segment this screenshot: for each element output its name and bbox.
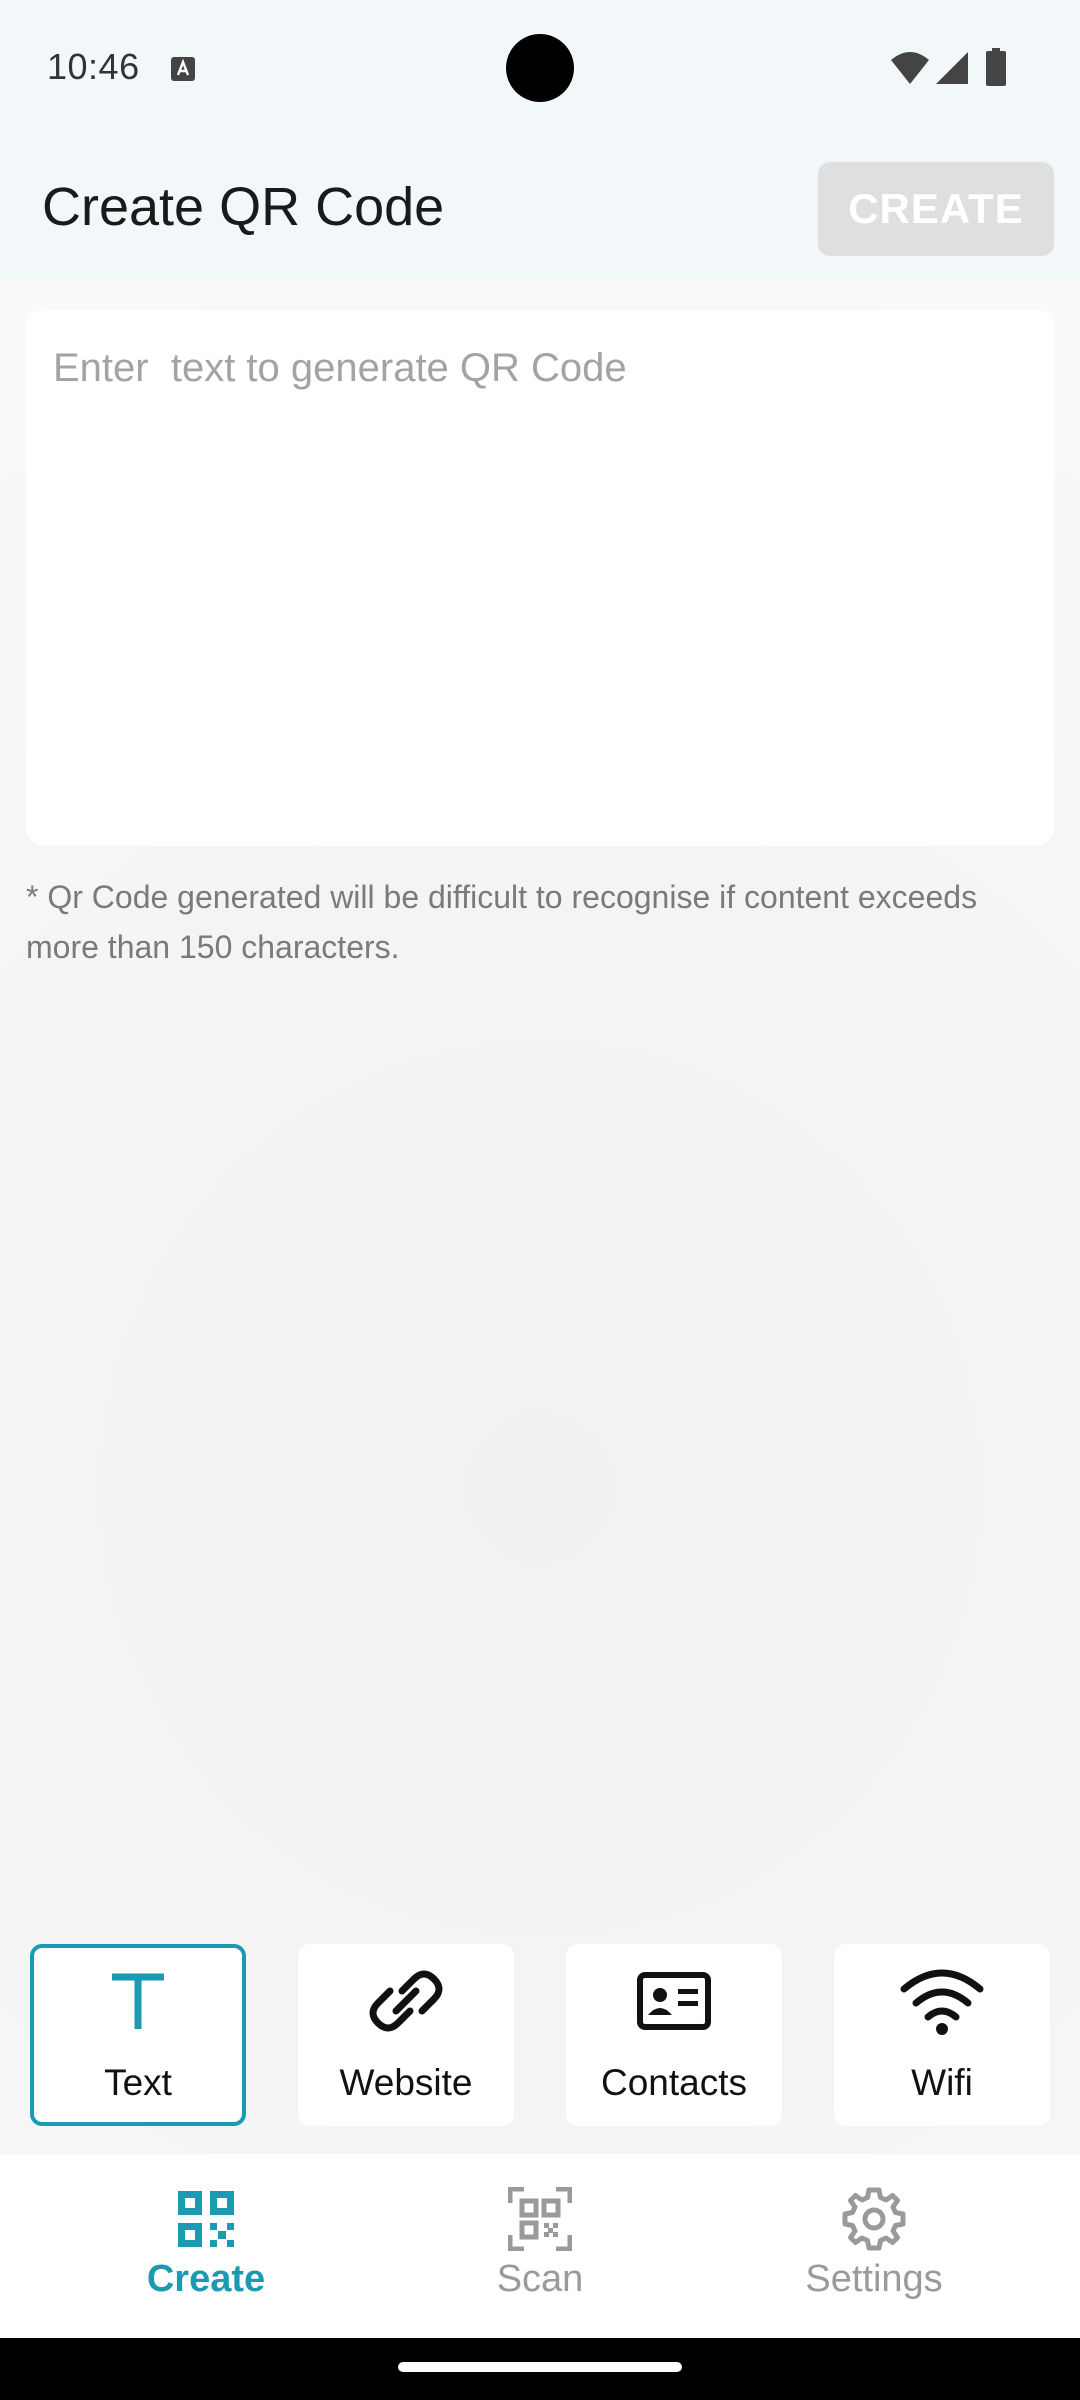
home-gesture-handle[interactable] [398, 2362, 682, 2372]
contact-card-icon [566, 1958, 782, 2044]
text-icon [34, 1958, 242, 2044]
text-input-card [26, 310, 1054, 846]
nav-label-settings: Settings [805, 2258, 943, 2300]
type-label-wifi: Wifi [911, 2062, 973, 2103]
top-app-area: 10:46 Create QR Code CREATE [0, 0, 1080, 280]
battery-icon [986, 48, 1006, 86]
wifi-icon [834, 1958, 1050, 2044]
nav-item-scan[interactable]: Scan [410, 2154, 670, 2338]
camera-cutout [506, 34, 574, 102]
system-gesture-bar [0, 2338, 1080, 2400]
nav-label-create: Create [146, 2258, 266, 2300]
type-option-wifi[interactable]: Wifi [834, 1944, 1050, 2126]
type-option-text[interactable]: Text [30, 1944, 246, 2126]
status-time: 10:46 [47, 46, 140, 87]
cell-signal-icon [936, 52, 968, 84]
wifi-status-icon [891, 52, 929, 84]
status-bar: 10:46 [0, 0, 1080, 134]
keyboard-notification-icon [171, 57, 195, 81]
nav-item-create[interactable]: Create [76, 2154, 336, 2338]
nav-label-scan: Scan [496, 2258, 584, 2300]
nav-item-settings[interactable]: Settings [744, 2154, 1004, 2338]
link-icon [298, 1958, 514, 2044]
type-label-website: Website [339, 2062, 473, 2103]
bottom-navigation: Create Scan Settings [0, 2154, 1080, 2338]
type-option-website[interactable]: Website [298, 1944, 514, 2126]
type-label-text: Text [104, 2062, 172, 2103]
scan-qr-icon [410, 2184, 670, 2254]
qr-text-input[interactable] [26, 310, 1054, 846]
type-label-contacts: Contacts [600, 2062, 747, 2103]
gear-icon [744, 2184, 1004, 2254]
page-title: Create QR Code [42, 177, 445, 237]
character-limit-hint: * Qr Code generated will be difficult to… [26, 879, 978, 965]
qr-code-icon [76, 2184, 336, 2254]
type-option-contacts[interactable]: Contacts [566, 1944, 782, 2126]
create-button[interactable]: CREATE [818, 162, 1054, 256]
